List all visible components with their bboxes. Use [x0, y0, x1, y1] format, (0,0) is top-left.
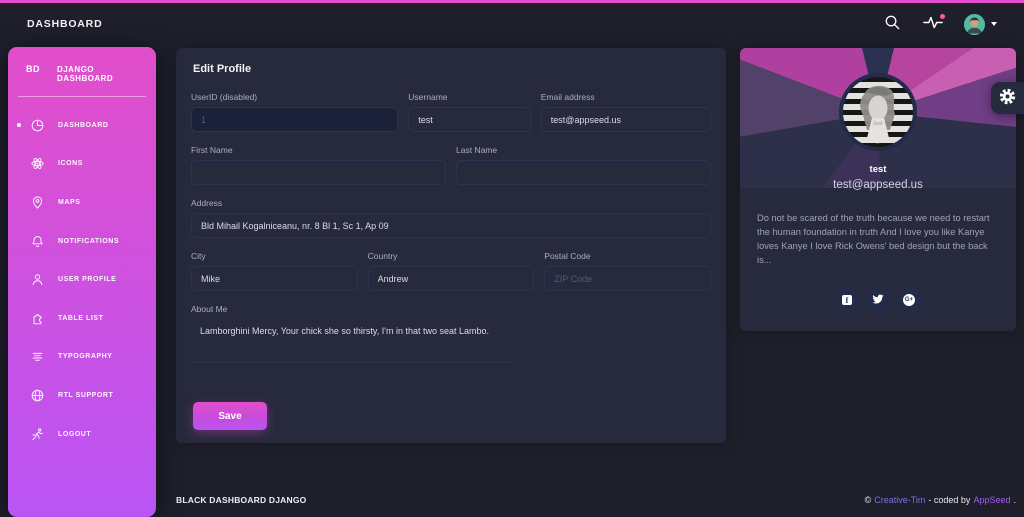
sidebar-logo-text[interactable]: DJANGO DASHBOARD	[57, 65, 146, 83]
sidebar-item-label: TYPOGRAPHY	[58, 353, 113, 360]
sidebar-item-table-list[interactable]: TABLE LIST	[8, 299, 156, 338]
save-button[interactable]: Save	[193, 402, 267, 430]
appseed-link[interactable]: AppSeed	[973, 495, 1010, 505]
sidebar-item-typography[interactable]: TYPOGRAPHY	[8, 338, 156, 377]
atom-icon	[29, 156, 45, 172]
navbar-actions	[882, 14, 997, 35]
profile-social-row: f G+	[740, 288, 1016, 312]
sidebar-item-icons[interactable]: ICONS	[8, 145, 156, 184]
profile-avatar-photo	[843, 77, 913, 147]
sidebar-item-label: MAPS	[58, 199, 80, 206]
email-field[interactable]	[541, 107, 711, 132]
bell-icon	[29, 233, 45, 249]
creative-tim-link[interactable]: Creative-Tim	[874, 495, 925, 505]
twitter-button[interactable]	[866, 288, 890, 312]
twitter-icon	[872, 293, 884, 308]
form-row: First Name Last Name	[186, 145, 716, 185]
userid-field[interactable]	[191, 107, 398, 132]
gear-icon	[998, 87, 1017, 109]
edit-profile-card: Edit Profile UserID (disabled) Username …	[176, 48, 726, 443]
single-person-icon	[29, 272, 45, 288]
address-label: Address	[191, 198, 711, 208]
sidebar-item-logout[interactable]: LOGOUT	[8, 415, 156, 454]
puzzle-icon	[29, 310, 45, 326]
edit-profile-title: Edit Profile	[193, 63, 711, 75]
copyright-symbol: ©	[865, 495, 872, 505]
sidebar-item-user-profile[interactable]: USER PROFILE	[8, 260, 156, 299]
footer-credits: © Creative-Tim - coded by AppSeed.	[865, 495, 1016, 505]
sidebar-item-dashboard[interactable]: DASHBOARD	[8, 106, 156, 145]
sidebar-item-label: LOGOUT	[58, 431, 91, 438]
notifications-button[interactable]	[923, 14, 943, 34]
first-name-label: First Name	[191, 145, 446, 155]
about-me-label: About Me	[191, 304, 515, 314]
postal-code-label: Postal Code	[544, 251, 711, 261]
sidebar-item-notifications[interactable]: NOTIFICATIONS	[8, 222, 156, 261]
last-name-field[interactable]	[456, 160, 711, 185]
notification-dot	[940, 14, 945, 19]
sidebar-item-label: NOTIFICATIONS	[58, 238, 119, 245]
sidebar-item-rtl-support[interactable]: RTL SUPPORT	[8, 376, 156, 415]
about-me-field[interactable]: Lamborghini Mercy, Your chick she so thi…	[191, 319, 515, 363]
sidebar-item-label: TABLE LIST	[58, 315, 103, 322]
align-lines-icon	[29, 349, 45, 365]
city-field[interactable]	[191, 266, 358, 291]
google-plus-button[interactable]: G+	[897, 288, 921, 312]
form-row: City Country Postal Code	[186, 251, 716, 291]
profile-name: test	[740, 164, 1016, 175]
running-person-icon	[29, 426, 45, 442]
sidebar-header: BD DJANGO DASHBOARD	[8, 47, 156, 83]
active-indicator-dot	[17, 123, 21, 127]
settings-panel-button[interactable]	[991, 82, 1024, 114]
sidebar-logo-mini[interactable]: BD	[26, 64, 40, 74]
sidebar-item-label: ICONS	[58, 160, 83, 167]
username-field[interactable]	[408, 107, 531, 132]
search-icon	[884, 14, 901, 34]
form-row: Address	[186, 198, 716, 238]
profile-avatar[interactable]	[839, 73, 917, 151]
facebook-button[interactable]: f	[835, 288, 859, 312]
user-menu-button[interactable]	[964, 14, 997, 35]
sidebar: BD DJANGO DASHBOARD DASHBOARD ICONS MAPS	[8, 47, 156, 517]
coded-by-text: - coded by	[928, 495, 970, 505]
email-label: Email address	[541, 92, 711, 102]
accent-top-border	[0, 0, 1024, 3]
postal-code-field[interactable]	[544, 266, 711, 291]
top-navbar: DASHBOARD	[0, 3, 1024, 45]
sidebar-nav: DASHBOARD ICONS MAPS NOTIFICATIONS USER	[8, 101, 156, 453]
caret-down-icon	[991, 22, 997, 26]
facebook-icon: f	[842, 295, 852, 305]
first-name-field[interactable]	[191, 160, 446, 185]
page-title: DASHBOARD	[27, 18, 102, 30]
country-field[interactable]	[368, 266, 535, 291]
userid-label: UserID (disabled)	[191, 92, 398, 102]
footer: BLACK DASHBOARD DJANGO © Creative-Tim - …	[176, 495, 1016, 505]
username-label: Username	[408, 92, 531, 102]
address-field[interactable]	[191, 213, 711, 238]
footer-period: .	[1013, 495, 1016, 505]
globe-icon	[29, 387, 45, 403]
country-label: Country	[368, 251, 535, 261]
sidebar-divider	[18, 96, 146, 97]
pie-chart-icon	[29, 117, 45, 133]
google-plus-icon: G+	[903, 294, 915, 306]
pin-icon	[29, 194, 45, 210]
city-label: City	[191, 251, 358, 261]
sidebar-item-label: DASHBOARD	[58, 122, 108, 129]
search-button[interactable]	[882, 14, 902, 34]
sidebar-item-maps[interactable]: MAPS	[8, 183, 156, 222]
profile-email: test@appseed.us	[740, 179, 1016, 191]
form-row: UserID (disabled) Username Email address	[186, 92, 716, 132]
last-name-label: Last Name	[456, 145, 711, 155]
user-profile-card: test test@appseed.us Do not be scared of…	[740, 48, 1016, 331]
profile-description: Do not be scared of the truth because we…	[757, 212, 1001, 268]
footer-brand: BLACK DASHBOARD DJANGO	[176, 495, 307, 505]
sidebar-item-label: RTL SUPPORT	[58, 392, 113, 399]
navbar-avatar	[964, 14, 985, 35]
sidebar-item-label: USER PROFILE	[58, 276, 116, 283]
form-row: About Me Lamborghini Mercy, Your chick s…	[186, 304, 716, 368]
